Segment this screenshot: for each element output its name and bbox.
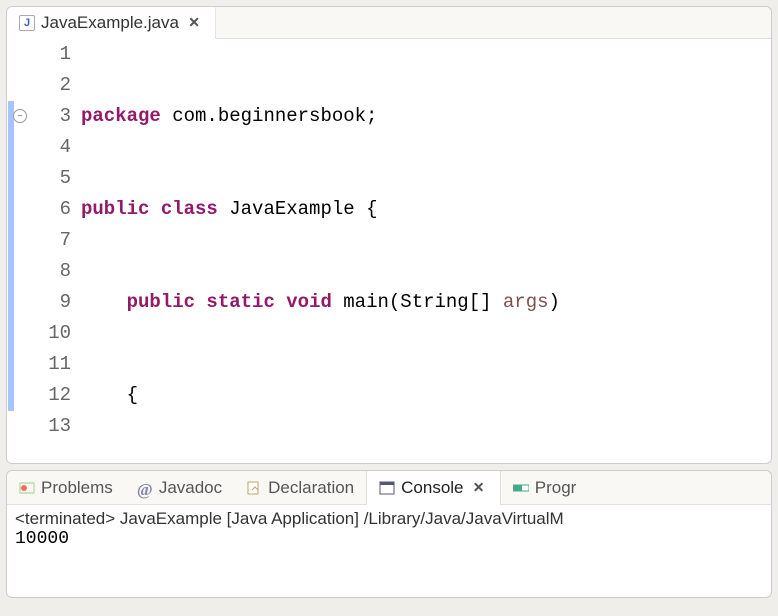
line-number: 9	[39, 287, 71, 318]
line-numbers: 1 2 3 4 5 6 7 8 9 10 11 12 13	[33, 39, 81, 463]
progress-icon	[513, 480, 529, 496]
console-status: <terminated> JavaExample [Java Applicati…	[15, 509, 763, 529]
fold-collapse-icon[interactable]: –	[13, 109, 27, 123]
editor-tab-bar: J JavaExample.java ✕	[7, 7, 771, 39]
line-number: 5	[39, 163, 71, 194]
line-number: 7	[39, 225, 71, 256]
close-icon[interactable]: ✕	[185, 12, 203, 33]
tab-javaexample[interactable]: J JavaExample.java ✕	[7, 7, 216, 39]
bottom-panel: Problems @ Javadoc Declaration Console ✕…	[6, 470, 772, 598]
line-number: 8	[39, 256, 71, 287]
tab-label: Progr	[535, 478, 577, 498]
tab-label: Problems	[41, 478, 113, 498]
console-output: 10000	[15, 529, 763, 549]
code-area: – 1 2 3 4 5 6 7 8 9 10 11 12 13 package …	[7, 39, 771, 463]
tab-javadoc[interactable]: @ Javadoc	[125, 471, 234, 505]
tab-label: Javadoc	[159, 478, 222, 498]
code-line: package com.beginnersbook;	[81, 101, 771, 132]
tab-label: Console	[401, 478, 463, 498]
line-number: 10	[39, 318, 71, 349]
tab-declaration[interactable]: Declaration	[234, 471, 366, 505]
code-line: public class JavaExample {	[81, 194, 771, 225]
problems-icon	[19, 480, 35, 496]
change-marker	[8, 101, 14, 411]
editor-area: J JavaExample.java ✕ – 1 2 3 4 5 6 7 8 9…	[6, 6, 772, 464]
javadoc-icon: @	[137, 480, 153, 496]
bottom-tabs: Problems @ Javadoc Declaration Console ✕…	[7, 471, 771, 505]
line-number: 4	[39, 132, 71, 163]
tab-progress[interactable]: Progr	[501, 471, 589, 505]
line-number: 2	[39, 70, 71, 101]
code-line: public static void main(String[] args)	[81, 287, 771, 318]
code-content[interactable]: package com.beginnersbook; public class …	[81, 39, 771, 463]
java-file-icon: J	[19, 15, 35, 31]
line-number: 11	[39, 349, 71, 380]
gutter: –	[7, 39, 33, 463]
line-number: 12	[39, 380, 71, 411]
line-number: 13	[39, 411, 71, 442]
line-number: 6	[39, 194, 71, 225]
tab-label: Declaration	[268, 478, 354, 498]
console-icon	[379, 480, 395, 496]
close-icon[interactable]: ✕	[470, 477, 488, 498]
tab-filename: JavaExample.java	[41, 13, 179, 33]
tab-problems[interactable]: Problems	[7, 471, 125, 505]
code-line: {	[81, 380, 771, 411]
console-content: <terminated> JavaExample [Java Applicati…	[7, 505, 771, 553]
line-number: 1	[39, 39, 71, 70]
declaration-icon	[246, 480, 262, 496]
line-number: 3	[39, 101, 71, 132]
tab-console[interactable]: Console ✕	[366, 471, 501, 505]
